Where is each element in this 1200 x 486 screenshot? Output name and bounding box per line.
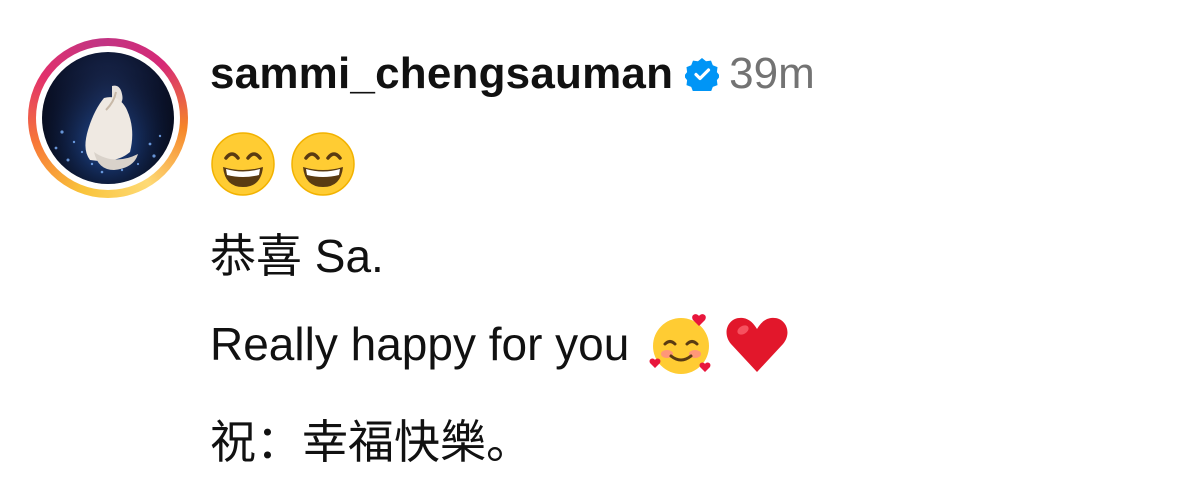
red-heart-icon [723,310,791,378]
comment-text-line: 祝：幸福快樂。 [210,404,532,474]
comment-text-line: 恭喜 Sa. [210,218,384,288]
grinning-face-emoji-icon [290,131,356,197]
story-ring[interactable] [28,38,188,198]
comment-text: 恭喜 Sa. [210,230,384,282]
emoji-line [210,124,370,204]
verified-badge-icon [684,57,721,95]
avatar[interactable] [42,52,174,184]
username-link[interactable]: sammi_chengsauman [210,49,673,99]
avatar-image [42,52,174,184]
smiling-face-with-hearts-icon [647,310,715,378]
comment-text-line: Really happy for you [210,306,791,382]
comment-header: sammi_chengsauman 39m [210,44,815,104]
timestamp[interactable]: 39m [729,49,815,99]
grinning-face-emoji-icon [210,131,276,197]
comment-text: Really happy for you [210,318,630,370]
comment-text: 祝：幸福快樂。 [210,416,532,468]
comment: sammi_chengsauman 39m 恭喜 Sa. Really happ… [0,0,1200,486]
